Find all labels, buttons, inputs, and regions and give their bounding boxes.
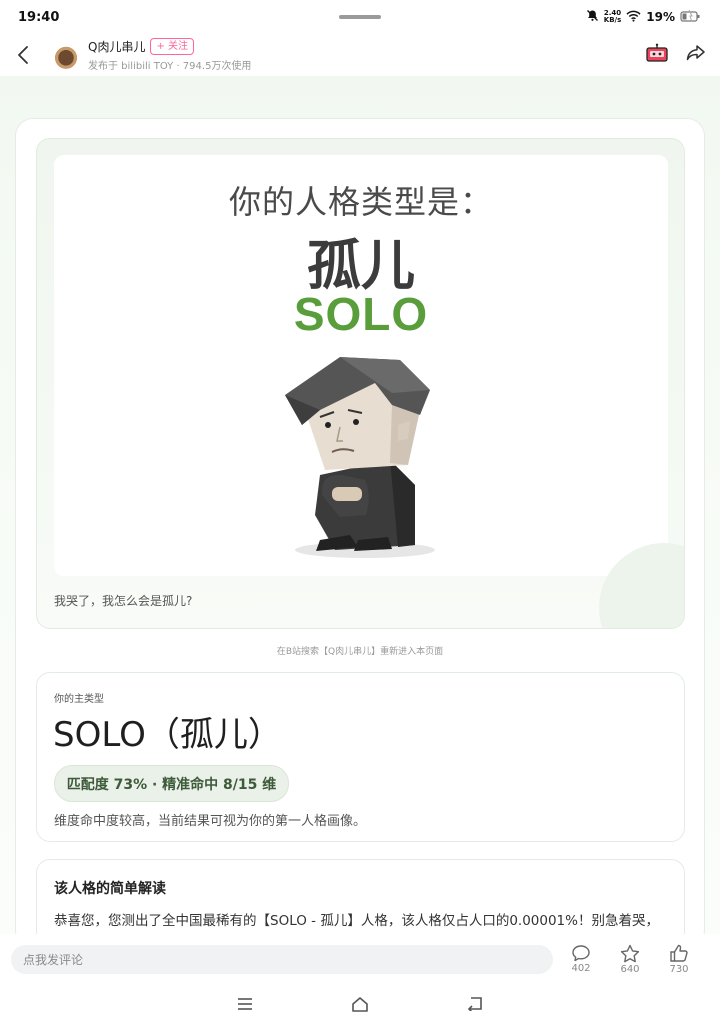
main-type-title: SOLO（孤儿） <box>53 715 282 755</box>
result-type-en: SOLO <box>293 288 429 340</box>
follow-button[interactable]: + 关注 <box>150 38 195 55</box>
search-hint: 在B站搜索【Q肉儿串儿】重新进入本页面 <box>276 647 444 657</box>
net-speed: 2.40 KB/s <box>604 10 621 24</box>
result-card: 你的人格类型是： 孤儿 SOLO 我哭了，我怎么会是孤儿? <box>36 138 685 629</box>
author-meta: 发布于 bilibili TOY · 794.5万次使用 <box>88 61 252 72</box>
favorite-count: 640 <box>620 963 640 975</box>
status-time: 19:40 <box>18 9 60 25</box>
match-description: 维度命中度较高，当前结果可视为你的第一人格画像。 <box>54 814 367 829</box>
status-icons: 2.40 KB/s 19% <box>586 8 702 27</box>
home-button[interactable] <box>350 994 370 1014</box>
back-icon <box>18 46 28 64</box>
star-icon <box>620 944 640 962</box>
interpretation-title: 该人格的简单解读 <box>54 881 166 897</box>
share-icon <box>686 45 705 61</box>
home-icon <box>352 997 368 1012</box>
like-count: 730 <box>669 963 689 975</box>
author-info: Q肉儿串儿 + 关注 发布于 bilibili TOY · 794.5万次使用 <box>88 38 251 72</box>
toy-robot-icon <box>646 43 668 62</box>
back-nav-button[interactable] <box>465 994 485 1014</box>
app-header: Q肉儿串儿 + 关注 发布于 bilibili TOY · 794.5万次使用 <box>0 34 720 76</box>
comment-count: 402 <box>571 962 591 974</box>
battery-percent: 19% <box>646 10 675 24</box>
sad-character-illustration <box>285 357 435 558</box>
back-nav-icon <box>467 997 482 1011</box>
interpretation-text: 恭喜您，您测出了全中国最稀有的【SOLO - 孤儿】人格，该人格仅占人口的0.0… <box>54 913 659 929</box>
comment-icon <box>572 944 590 961</box>
system-nav-bar <box>0 984 720 1024</box>
toy-robot-button[interactable] <box>646 43 668 67</box>
like-icon <box>670 944 688 962</box>
net-speed-unit: KB/s <box>603 16 622 24</box>
stat-group: 402 640 730 <box>567 944 693 975</box>
result-caption: 我哭了，我怎么会是孤儿? <box>54 594 193 608</box>
favorite-button[interactable]: 640 <box>616 944 644 975</box>
battery-icon <box>680 8 702 27</box>
share-button[interactable] <box>686 44 706 66</box>
main-type-card: 你的主类型 SOLO（孤儿） 匹配度 73% · 精准命中 8/15 维 维度命… <box>36 672 685 842</box>
author-name[interactable]: Q肉儿串儿 <box>88 38 145 55</box>
author-avatar[interactable] <box>52 41 80 69</box>
result-headline: 你的人格类型是： <box>228 183 493 221</box>
comment-input[interactable]: 点我发评论 <box>11 944 553 974</box>
like-button[interactable]: 730 <box>665 944 693 975</box>
match-badge: 匹配度 73% · 精准命中 8/15 维 <box>54 765 289 802</box>
back-button[interactable] <box>12 40 34 70</box>
drag-handle[interactable] <box>339 15 381 19</box>
main-type-label: 你的主类型 <box>54 694 104 705</box>
menu-icon <box>238 998 252 1010</box>
comment-bar: 点我发评论 402 640 730 <box>0 934 720 984</box>
result-image: 你的人格类型是： 孤儿 SOLO <box>54 155 668 576</box>
comment-button[interactable]: 402 <box>567 944 595 975</box>
dnd-bell-icon <box>586 9 599 25</box>
menu-button[interactable] <box>235 994 255 1014</box>
wifi-icon <box>626 10 641 25</box>
header-actions <box>646 43 708 67</box>
